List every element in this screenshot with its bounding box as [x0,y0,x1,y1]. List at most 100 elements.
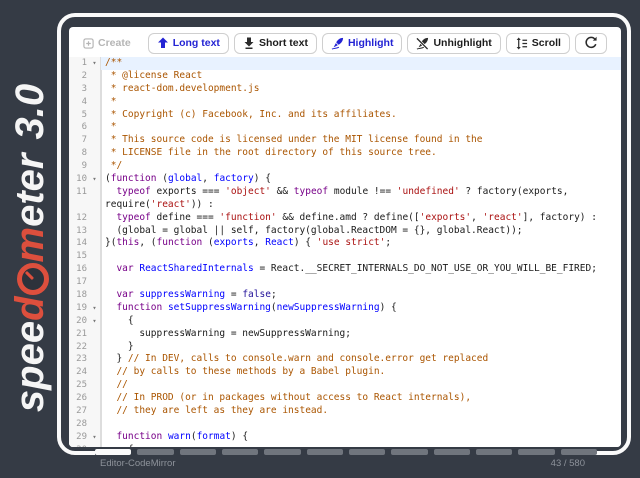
code-line[interactable]: 3 * react-dom.development.js [69,83,621,96]
code-text: * [101,96,621,109]
line-number: 25 [69,379,89,392]
fold-gutter [89,70,101,83]
code-line[interactable]: 30▾ { [69,444,621,447]
speedometer-logo: speedmeter3.0 [2,18,58,478]
fold-arrow-icon[interactable]: ▾ [89,444,101,447]
create-button[interactable]: Create [75,33,139,54]
pen-icon [331,37,344,50]
button-label: Unhighlight [433,37,491,49]
test-iframe: Create Long text Short text [69,27,621,447]
long-text-button[interactable]: Long text [148,33,229,54]
line-number: 29 [69,431,89,444]
progress-count: 43 / 580 [551,458,585,469]
fold-gutter [89,83,101,96]
progress-segment [137,449,173,455]
code-text: */ [101,160,621,173]
code-line[interactable]: require('react')) : [69,199,621,212]
unhighlight-button[interactable]: Unhighlight [407,33,500,54]
code-text: // In PROD (or in packages without acces… [101,392,621,405]
fold-gutter [89,276,101,289]
codemirror-editor[interactable]: 1▾/**2 * @license React3 * react-dom.dev… [69,57,621,447]
line-number: 27 [69,405,89,418]
code-line[interactable]: 5 * Copyright (c) Facebook, Inc. and its… [69,109,621,122]
fold-gutter [89,147,101,160]
code-line[interactable]: 26 // In PROD (or in packages without ac… [69,392,621,405]
code-line[interactable]: 20▾ { [69,315,621,328]
code-line[interactable]: 16 var ReactSharedInternals = React.__SE… [69,263,621,276]
fold-gutter [89,225,101,238]
line-number: 22 [69,341,89,354]
code-line[interactable]: 24 // by calls to these methods by a Bab… [69,366,621,379]
code-line[interactable]: 10▾(function (global, factory) { [69,173,621,186]
code-line[interactable]: 27 // they are left as they are instead. [69,405,621,418]
fold-gutter [89,328,101,341]
code-line[interactable]: 29▾ function warn(format) { [69,431,621,444]
line-number [69,199,89,212]
logo-text-m: m [8,227,53,263]
code-line[interactable]: 22 } [69,341,621,354]
fold-arrow-icon[interactable]: ▾ [89,302,101,315]
code-line[interactable]: 28 [69,418,621,431]
progress-segment [95,449,131,455]
fold-arrow-icon[interactable]: ▾ [89,315,101,328]
line-number: 9 [69,160,89,173]
fold-gutter [89,405,101,418]
line-number: 14 [69,237,89,250]
progress-segment [476,449,512,455]
line-number: 23 [69,353,89,366]
code-line[interactable]: 23 } // In DEV, calls to console.warn an… [69,353,621,366]
code-text: { [101,444,621,447]
fold-gutter [89,418,101,431]
line-number: 30 [69,444,89,447]
code-line[interactable]: 12 typeof define === 'function' && defin… [69,212,621,225]
code-text: require('react')) : [101,199,621,212]
highlight-button[interactable]: Highlight [322,33,403,54]
code-text [101,250,621,263]
code-line[interactable]: 18 var suppressWarning = false; [69,289,621,302]
scroll-icon [515,37,528,50]
code-text: } // In DEV, calls to console.warn and c… [101,353,621,366]
fold-arrow-icon[interactable]: ▾ [89,173,101,186]
editor-toolbar: Create Long text Short text [69,27,621,57]
reload-button[interactable] [575,33,607,54]
logo-text-d: d [8,296,53,320]
code-line[interactable]: 9 */ [69,160,621,173]
code-line[interactable]: 14}(this, (function (exports, React) { '… [69,237,621,250]
code-line[interactable]: 4 * [69,96,621,109]
fold-gutter [89,199,101,212]
progress-segment [561,449,597,455]
line-number: 21 [69,328,89,341]
fold-gutter [89,96,101,109]
code-text: // by calls to these methods by a Babel … [101,366,621,379]
code-line[interactable]: 11 typeof exports === 'object' && typeof… [69,186,621,199]
line-number: 2 [69,70,89,83]
code-text: var ReactSharedInternals = React.__SECRE… [101,263,621,276]
code-text: /** [101,57,621,70]
scroll-button[interactable]: Scroll [506,33,570,54]
fold-arrow-icon[interactable]: ▾ [89,431,101,444]
code-line[interactable]: 8 * LICENSE file in the root directory o… [69,147,621,160]
code-line[interactable]: 2 * @license React [69,70,621,83]
code-line[interactable]: 19▾ function setSuppressWarning(newSuppr… [69,302,621,315]
code-line[interactable]: 17 [69,276,621,289]
code-line[interactable]: 25 // [69,379,621,392]
progress-segment [264,449,300,455]
arrow-up-icon [157,37,169,49]
code-line[interactable]: 15 [69,250,621,263]
code-line[interactable]: 7 * This source code is licensed under t… [69,134,621,147]
code-text: function warn(format) { [101,431,621,444]
code-line[interactable]: 1▾/** [69,57,621,70]
code-text: var suppressWarning = false; [101,289,621,302]
code-line[interactable]: 6 * [69,121,621,134]
code-text: (function (global, factory) { [101,173,621,186]
fold-gutter [89,341,101,354]
code-line[interactable]: 21 suppressWarning = newSuppressWarning; [69,328,621,341]
button-label: Create [98,37,131,49]
progress-segment [434,449,470,455]
pen-slash-icon [416,37,429,50]
line-number: 18 [69,289,89,302]
short-text-button[interactable]: Short text [234,33,317,54]
status-bar: Editor-CodeMirror 43 / 580 [100,458,585,469]
fold-arrow-icon[interactable]: ▾ [89,57,101,70]
code-line[interactable]: 13 (global = global || self, factory(glo… [69,225,621,238]
